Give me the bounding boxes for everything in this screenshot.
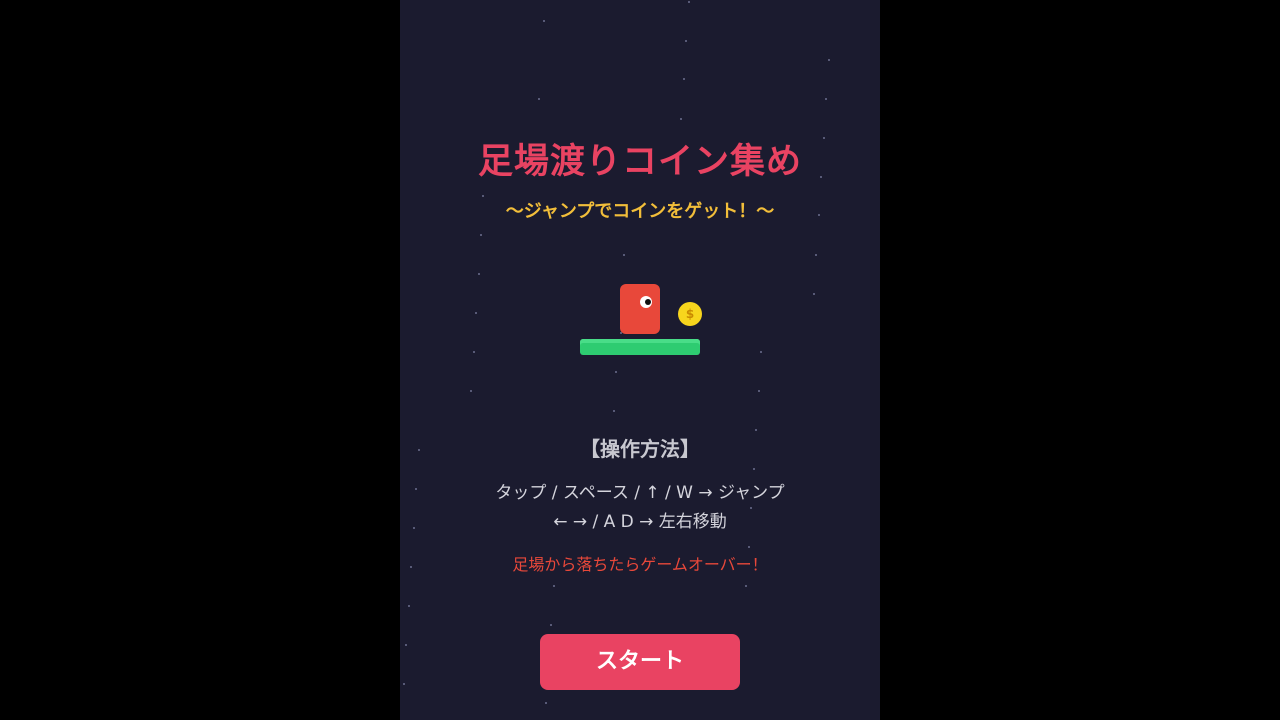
star — [825, 98, 827, 100]
star — [613, 410, 615, 412]
player-eye — [640, 296, 652, 308]
star — [473, 351, 475, 353]
star — [408, 605, 410, 607]
star — [615, 371, 617, 373]
star — [688, 1, 690, 3]
star — [760, 351, 762, 353]
star — [680, 118, 682, 120]
star — [543, 20, 545, 22]
star — [683, 78, 685, 80]
star — [550, 624, 552, 626]
star — [478, 273, 480, 275]
controls-heading: 【操作方法】 — [580, 437, 700, 461]
start-button[interactable]: スタート — [540, 634, 740, 690]
game-subtitle: 〜ジャンプでコインをゲット！〜 — [505, 201, 775, 222]
platform — [580, 339, 700, 355]
controls-move-text: ← → / A D → 左右移動 — [553, 512, 727, 532]
star — [623, 254, 625, 256]
starfield-background — [400, 0, 880, 720]
game-title: 足場渡りコイン集め — [477, 142, 802, 182]
star — [758, 390, 760, 392]
star — [813, 293, 815, 295]
star — [755, 429, 757, 431]
game-screen: 足場渡りコイン集め 〜ジャンプでコインをゲット！〜 $ 【操作方法】 タップ /… — [400, 0, 880, 720]
star — [745, 585, 747, 587]
star — [538, 98, 540, 100]
controls-jump-text: タップ / スペース / ↑ / W → ジャンプ — [495, 483, 785, 503]
star — [545, 702, 547, 704]
star — [405, 644, 407, 646]
star — [815, 254, 817, 256]
player-character — [620, 284, 660, 334]
player-pupil — [645, 299, 651, 305]
star — [470, 390, 472, 392]
star — [828, 59, 830, 61]
star — [475, 312, 477, 314]
star — [403, 683, 405, 685]
star — [480, 234, 482, 236]
star — [553, 585, 555, 587]
star — [748, 546, 750, 548]
gameover-warning: 足場から落ちたらゲームオーバー！ — [512, 555, 768, 574]
star — [753, 468, 755, 470]
coin-icon: $ — [678, 302, 702, 326]
star — [685, 40, 687, 42]
